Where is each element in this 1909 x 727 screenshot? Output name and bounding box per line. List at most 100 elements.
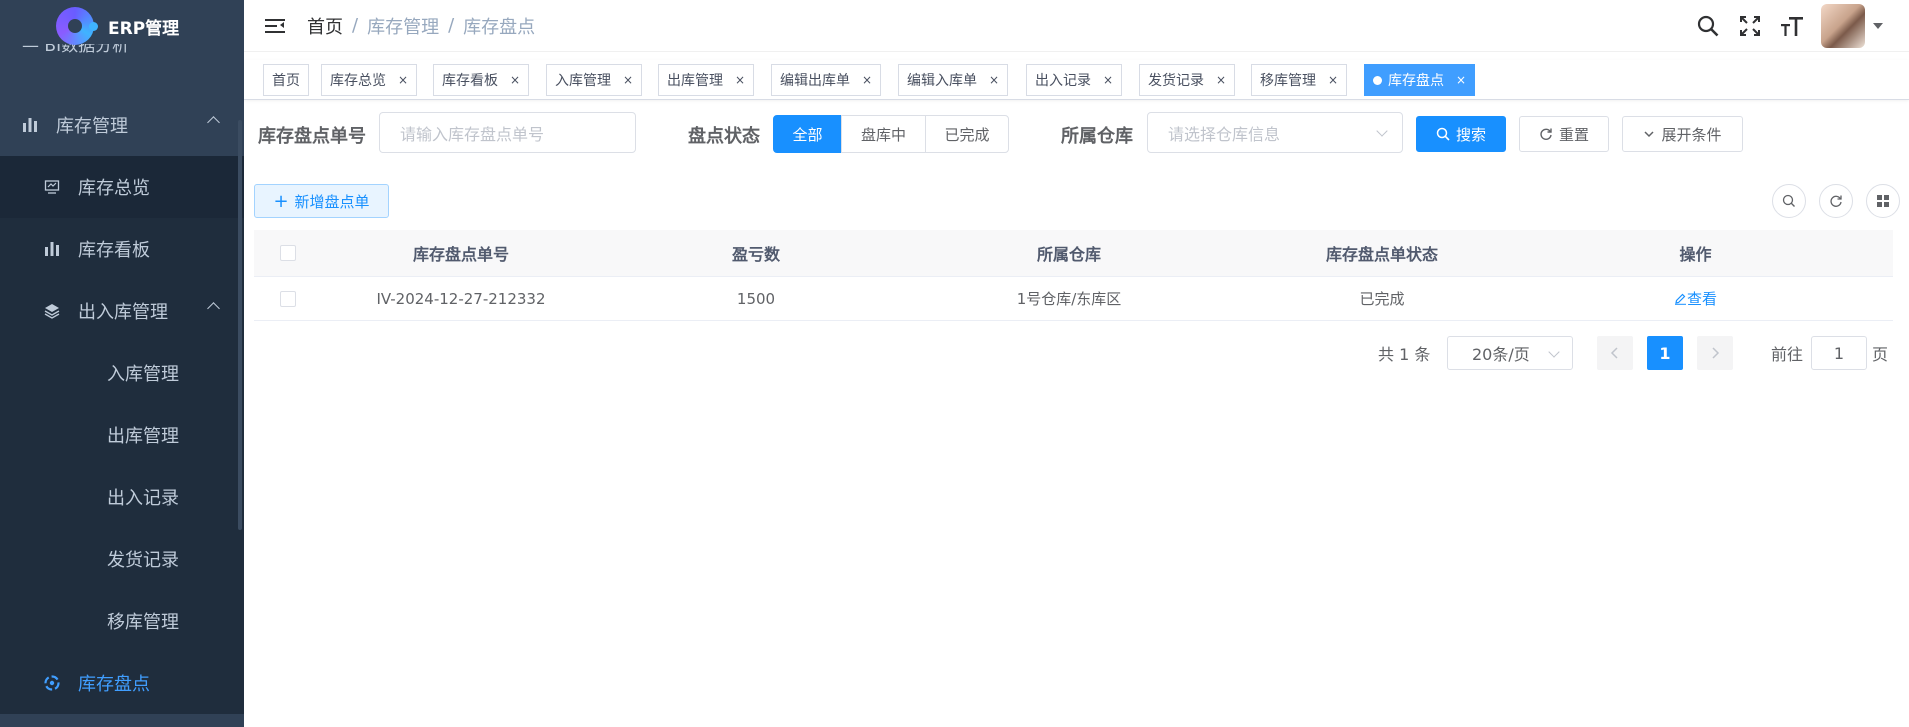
chevron-down-icon <box>1643 128 1655 140</box>
goto-page-input[interactable]: 1 <box>1811 336 1867 370</box>
breadcrumb-inventory: 库存管理 <box>367 16 440 38</box>
breadcrumb-current: 库存盘点 <box>463 16 536 38</box>
plus-icon: + <box>273 190 289 212</box>
search-button[interactable]: 搜索 <box>1416 116 1506 152</box>
fullscreen-icon[interactable] <box>1737 13 1763 39</box>
prev-page-button[interactable] <box>1597 336 1633 370</box>
cell-actions: 查看 <box>1538 288 1853 309</box>
app-logo[interactable]: ERP管理 <box>0 0 244 52</box>
edit-icon <box>1674 293 1686 305</box>
status-option-counting[interactable]: 盘库中 <box>841 115 926 153</box>
caret-down-icon[interactable] <box>1873 23 1883 29</box>
warehouse-select[interactable]: 请选择仓库信息 <box>1147 112 1403 153</box>
close-icon[interactable]: × <box>989 73 999 87</box>
font-size-icon[interactable] <box>1779 13 1805 39</box>
reset-button[interactable]: 重置 <box>1519 116 1609 152</box>
monitor-icon <box>42 177 62 197</box>
sidebar-item-label: 库存看板 <box>78 240 150 261</box>
sidebar-scrollbar[interactable] <box>238 120 242 530</box>
status-option-completed[interactable]: 已完成 <box>925 115 1009 153</box>
sidebar-item-label: 出入记录 <box>107 488 179 509</box>
close-icon[interactable]: × <box>1103 73 1113 87</box>
tag-shipping-records[interactable]: 发货记录 × <box>1139 64 1236 96</box>
navbar: 首页 / 库存管理 / 库存盘点 <box>244 0 1909 52</box>
order-no-input[interactable]: 请输入库存盘点单号 <box>379 112 636 153</box>
tag-edit-outbound[interactable]: 编辑出库单 × <box>771 64 882 96</box>
tag-transfer[interactable]: 移库管理 × <box>1251 64 1348 96</box>
tag-home[interactable]: 首页 <box>263 64 309 96</box>
search-icon <box>1436 127 1450 141</box>
sidebar-item-inbound[interactable]: 入库管理 <box>0 342 244 404</box>
sidebar-item-label: 出入库管理 <box>78 302 168 323</box>
close-icon[interactable]: × <box>1456 73 1466 87</box>
sidebar-item-label: 移库管理 <box>107 612 179 633</box>
tag-inout-records[interactable]: 出入记录 × <box>1026 64 1123 96</box>
sidebar-item-label: 入库管理 <box>107 364 179 385</box>
cell-diff: 1500 <box>736 289 776 308</box>
close-icon[interactable]: × <box>398 73 408 87</box>
target-icon <box>42 673 62 693</box>
tag-stocktake[interactable]: 库存盘点 × <box>1364 64 1476 96</box>
sidebar-item-label: 库存管理 <box>56 116 128 137</box>
tag-inventory-board[interactable]: 库存看板 × <box>433 64 530 96</box>
sidebar-item-label: 发货记录 <box>107 550 179 571</box>
chevron-right-icon <box>1712 347 1720 359</box>
sidebar-item-label: 库存总览 <box>78 178 150 199</box>
close-icon[interactable]: × <box>862 73 872 87</box>
bar-chart-icon <box>20 115 40 135</box>
app-title: ERP管理 <box>108 18 180 39</box>
columns-button[interactable] <box>1866 184 1900 218</box>
warehouse-label: 所属仓库 <box>1061 126 1133 147</box>
row-select-cell <box>254 290 322 307</box>
status-radio-group: 全部 盘库中 已完成 <box>773 115 1009 153</box>
page-number[interactable]: 1 <box>1647 336 1683 370</box>
search-icon[interactable] <box>1695 13 1721 39</box>
cell-status: 已完成 <box>1359 290 1405 308</box>
sidebar-item-outbound[interactable]: 出库管理 <box>0 404 244 466</box>
avatar[interactable] <box>1821 4 1865 48</box>
expand-button[interactable]: 展开条件 <box>1622 116 1743 152</box>
sidebar-item-transfer[interactable]: 移库管理 <box>0 590 244 652</box>
table-header: 库存盘点单号 盈亏数 所属仓库 库存盘点单状态 操作 <box>254 230 1893 277</box>
chevron-down-icon <box>1376 125 1388 137</box>
sidebar-item-inventory[interactable]: 库存管理 <box>0 94 244 156</box>
refresh-icon <box>1539 127 1553 141</box>
page-size-select[interactable]: 20条/页 <box>1447 336 1573 370</box>
pagination-total: 共 1 条 <box>1378 345 1431 364</box>
layers-icon <box>42 301 62 321</box>
logo-icon <box>56 7 98 45</box>
close-icon[interactable]: × <box>510 73 520 87</box>
tag-outbound[interactable]: 出库管理 × <box>658 64 755 96</box>
close-icon[interactable]: × <box>1328 73 1338 87</box>
next-page-button[interactable] <box>1697 336 1733 370</box>
toggle-search-button[interactable] <box>1772 184 1806 218</box>
close-icon[interactable]: × <box>735 73 745 87</box>
tag-edit-inbound[interactable]: 编辑入库单 × <box>898 64 1009 96</box>
column-header: 盈亏数 <box>731 245 780 264</box>
tags-view: 首页 库存总览 × 库存看板 × 入库管理 × 出库管理 × 编辑出库单 × 编辑入库单 ×… <box>244 60 1909 100</box>
stocktake-table: 库存盘点单号 盈亏数 所属仓库 库存盘点单状态 操作 IV-2024-12-27… <box>254 230 1893 321</box>
view-button[interactable]: 查看 <box>1674 288 1717 309</box>
breadcrumb: 首页 / 库存管理 / 库存盘点 <box>307 13 535 39</box>
sidebar-item-inout-records[interactable]: 出入记录 <box>0 466 244 528</box>
sidebar-item-inout-management[interactable]: 出入库管理 <box>0 280 244 342</box>
order-no-label: 库存盘点单号 <box>258 126 366 147</box>
sidebar-item-shipping-records[interactable]: 发货记录 <box>0 528 244 590</box>
sidebar-item-stocktake[interactable]: 库存盘点 <box>0 652 244 714</box>
chevron-down-icon <box>1548 346 1560 358</box>
status-option-all[interactable]: 全部 <box>773 115 842 153</box>
close-icon[interactable]: × <box>1216 73 1226 87</box>
breadcrumb-home[interactable]: 首页 <box>307 13 343 39</box>
menu-toggle-icon[interactable] <box>265 16 285 36</box>
select-all-checkbox[interactable] <box>280 245 296 261</box>
tag-inbound[interactable]: 入库管理 × <box>546 64 643 96</box>
close-icon[interactable]: × <box>623 73 633 87</box>
sidebar-item-inventory-board[interactable]: 库存看板 <box>0 218 244 280</box>
refresh-button[interactable] <box>1819 184 1853 218</box>
goto-suffix: 页 <box>1872 345 1889 364</box>
tag-inventory-overview[interactable]: 库存总览 × <box>321 64 418 96</box>
add-stocktake-button[interactable]: + 新增盘点单 <box>254 184 389 218</box>
header-actions <box>1695 0 1909 52</box>
row-checkbox[interactable] <box>280 290 296 307</box>
sidebar-item-inventory-overview[interactable]: 库存总览 <box>0 156 244 218</box>
